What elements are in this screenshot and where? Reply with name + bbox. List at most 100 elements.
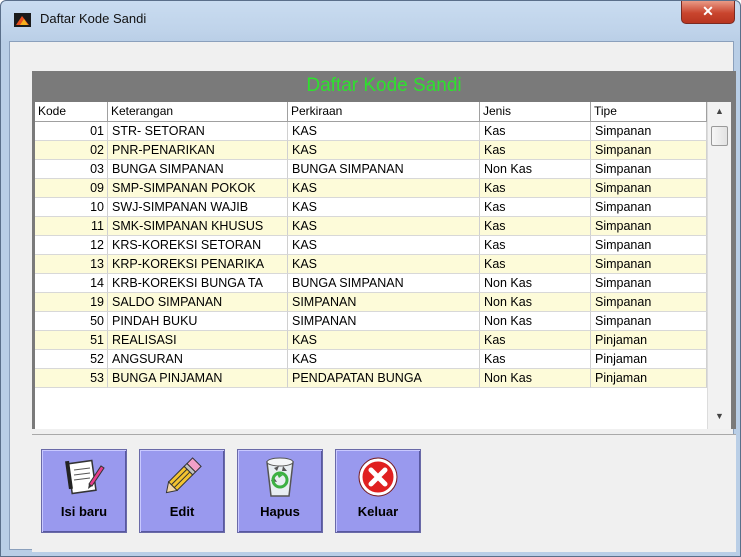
scroll-up-arrow-icon[interactable]: ▲ (708, 102, 731, 120)
cell-keterangan: KRB-KOREKSI BUNGA TA (108, 274, 288, 293)
cell-jenis: Kas (480, 141, 591, 160)
table-row[interactable]: 09 SMP-SIMPANAN POKOK KAS Kas Simpanan (35, 179, 707, 198)
new-entry-button[interactable]: Isi baru (41, 449, 127, 533)
table-row[interactable]: 10 SWJ-SIMPANAN WAJIB KAS Kas Simpanan (35, 198, 707, 217)
cell-kode: 01 (35, 122, 108, 141)
cell-keterangan: ANGSURAN (108, 350, 288, 369)
cell-kode: 52 (35, 350, 108, 369)
cell-tipe: Simpanan (591, 274, 707, 293)
cell-tipe: Simpanan (591, 312, 707, 331)
cell-perkiraan: SIMPANAN (288, 312, 480, 331)
app-icon (14, 13, 31, 27)
table-row[interactable]: 13 KRP-KOREKSI PENARIKA KAS Kas Simpanan (35, 255, 707, 274)
cell-kode: 13 (35, 255, 108, 274)
exit-button[interactable]: Keluar (335, 449, 421, 533)
table-row[interactable]: 19 SALDO SIMPANAN SIMPANAN Non Kas Simpanan (35, 293, 707, 312)
cell-perkiraan: KAS (288, 217, 480, 236)
cell-tipe: Simpanan (591, 293, 707, 312)
cell-keterangan: KRP-KOREKSI PENARIKA (108, 255, 288, 274)
cell-keterangan: SMK-SIMPANAN KHUSUS (108, 217, 288, 236)
scroll-thumb[interactable] (711, 126, 728, 146)
table-row[interactable]: 02 PNR-PENARIKAN KAS Kas Simpanan (35, 141, 707, 160)
table-row[interactable]: 14 KRB-KOREKSI BUNGA TA BUNGA SIMPANAN Non … (35, 274, 707, 293)
cell-perkiraan: BUNGA SIMPANAN (288, 274, 480, 293)
cell-jenis: Kas (480, 217, 591, 236)
cell-jenis: Non Kas (480, 369, 591, 388)
cell-jenis: Kas (480, 236, 591, 255)
cell-jenis: Non Kas (480, 293, 591, 312)
table-row[interactable]: 53 BUNGA PINJAMAN PENDAPATAN BUNGA Non Kas P… (35, 369, 707, 388)
recycle-bin-icon (238, 454, 322, 500)
pencil-icon (140, 454, 224, 500)
notepad-pencil-icon (42, 454, 126, 500)
table-row[interactable]: 12 KRS-KOREKSI SETORAN KAS Kas Simpanan (35, 236, 707, 255)
cell-perkiraan: KAS (288, 236, 480, 255)
cell-keterangan: KRS-KOREKSI SETORAN (108, 236, 288, 255)
cell-tipe: Simpanan (591, 122, 707, 141)
red-x-circle-icon (336, 454, 420, 500)
grid-title: Daftar Kode Sandi (306, 75, 462, 96)
cell-jenis: Non Kas (480, 160, 591, 179)
table-row[interactable]: 11 SMK-SIMPANAN KHUSUS KAS Kas Simpanan (35, 217, 707, 236)
cell-kode: 10 (35, 198, 108, 217)
cell-perkiraan: KAS (288, 350, 480, 369)
cell-perkiraan: KAS (288, 255, 480, 274)
cell-jenis: Kas (480, 122, 591, 141)
cell-kode: 02 (35, 141, 108, 160)
table-row[interactable]: 03 BUNGA SIMPANAN BUNGA SIMPANAN Non Kas Sim… (35, 160, 707, 179)
cell-perkiraan: KAS (288, 179, 480, 198)
cell-keterangan: STR- SETORAN (108, 122, 288, 141)
cell-kode: 12 (35, 236, 108, 255)
cell-tipe: Pinjaman (591, 369, 707, 388)
cell-tipe: Pinjaman (591, 350, 707, 369)
column-header-keterangan[interactable]: Keterangan (108, 102, 288, 121)
close-button[interactable]: ✕ (681, 1, 735, 24)
table-row[interactable]: 51 REALISASI KAS Kas Pinjaman (35, 331, 707, 350)
grid-panel: Daftar Kode Sandi Kode Keterangan Perkir… (32, 71, 736, 429)
cell-keterangan: SMP-SIMPANAN POKOK (108, 179, 288, 198)
table-row[interactable]: 01 STR- SETORAN KAS Kas Simpanan (35, 122, 707, 141)
cell-perkiraan: KAS (288, 198, 480, 217)
button-bar: Isi baru Edit Hapus Keluar (32, 434, 736, 552)
cell-jenis: Kas (480, 198, 591, 217)
cell-tipe: Simpanan (591, 141, 707, 160)
column-header-kode[interactable]: Kode (35, 102, 108, 121)
cell-perkiraan: BUNGA SIMPANAN (288, 160, 480, 179)
cell-keterangan: SALDO SIMPANAN (108, 293, 288, 312)
scroll-down-arrow-icon[interactable]: ▼ (708, 407, 731, 425)
vertical-scrollbar[interactable]: ▲ ▼ (707, 102, 731, 429)
table-row[interactable]: 50 PINDAH BUKU SIMPANAN Non Kas Simpanan (35, 312, 707, 331)
column-header-jenis[interactable]: Jenis (480, 102, 591, 121)
title-bar[interactable]: Daftar Kode Sandi ✕ (1, 1, 740, 41)
table-row[interactable]: 52 ANGSURAN KAS Kas Pinjaman (35, 350, 707, 369)
cell-jenis: Kas (480, 255, 591, 274)
cell-tipe: Simpanan (591, 198, 707, 217)
edit-button[interactable]: Edit (139, 449, 225, 533)
cell-tipe: Simpanan (591, 255, 707, 274)
cell-perkiraan: KAS (288, 331, 480, 350)
cell-tipe: Simpanan (591, 217, 707, 236)
cell-jenis: Kas (480, 179, 591, 198)
delete-label: Hapus (260, 504, 300, 519)
cell-kode: 51 (35, 331, 108, 350)
cell-jenis: Non Kas (480, 274, 591, 293)
exit-label: Keluar (357, 504, 399, 519)
cell-kode: 11 (35, 217, 108, 236)
new-entry-label: Isi baru (60, 504, 108, 519)
cell-kode: 50 (35, 312, 108, 331)
cell-jenis: Non Kas (480, 312, 591, 331)
cell-perkiraan: SIMPANAN (288, 293, 480, 312)
data-grid[interactable]: Kode Keterangan Perkiraan Jenis Tipe 01 S… (35, 102, 707, 429)
cell-tipe: Simpanan (591, 179, 707, 198)
column-header-perkiraan[interactable]: Perkiraan (288, 102, 480, 121)
cell-keterangan: PINDAH BUKU (108, 312, 288, 331)
cell-kode: 14 (35, 274, 108, 293)
cell-perkiraan: KAS (288, 141, 480, 160)
delete-button[interactable]: Hapus (237, 449, 323, 533)
cell-tipe: Simpanan (591, 160, 707, 179)
column-header-tipe[interactable]: Tipe (591, 102, 707, 121)
cell-perkiraan: PENDAPATAN BUNGA (288, 369, 480, 388)
cell-keterangan: REALISASI (108, 331, 288, 350)
cell-kode: 53 (35, 369, 108, 388)
cell-tipe: Pinjaman (591, 331, 707, 350)
